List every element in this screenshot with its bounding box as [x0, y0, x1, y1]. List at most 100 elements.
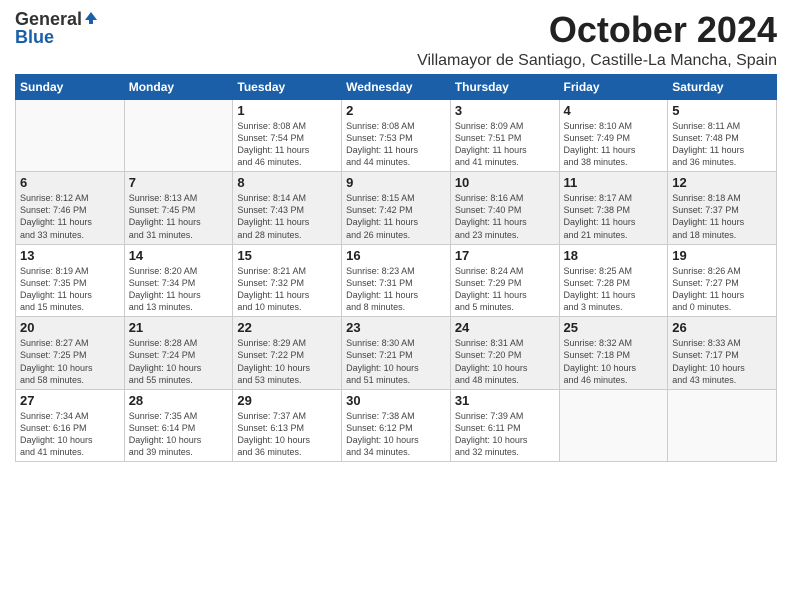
calendar-cell: 2 Sunrise: 8:08 AM Sunset: 7:53 PM Daylig…: [342, 99, 451, 172]
calendar-cell: 20Sunrise: 8:27 AM Sunset: 7:25 PM Dayli…: [16, 317, 125, 390]
day-info: Sunrise: 8:08 AM Sunset: 7:53 PM Dayligh…: [346, 120, 446, 169]
day-info: Sunrise: 8:32 AM Sunset: 7:18 PM Dayligh…: [564, 337, 664, 386]
calendar-cell: 26 Sunrise: 8:33 AM Sunset: 7:17 PM Dayli…: [668, 317, 777, 390]
calendar-week-row: 20Sunrise: 8:27 AM Sunset: 7:25 PM Dayli…: [16, 317, 777, 390]
weekday-header-saturday: Saturday: [668, 74, 777, 99]
day-number: 21: [129, 320, 229, 335]
calendar-cell: [668, 389, 777, 462]
day-number: 25: [564, 320, 664, 335]
calendar-cell: 29Sunrise: 7:37 AM Sunset: 6:13 PM Dayli…: [233, 389, 342, 462]
day-info: Sunrise: 8:13 AM Sunset: 7:45 PM Dayligh…: [129, 192, 229, 241]
day-info: Sunrise: 8:09 AM Sunset: 7:51 PM Dayligh…: [455, 120, 555, 169]
day-number: 14: [129, 248, 229, 263]
day-info: Sunrise: 8:23 AM Sunset: 7:31 PM Dayligh…: [346, 265, 446, 314]
calendar-cell: 25 Sunrise: 8:32 AM Sunset: 7:18 PM Dayli…: [559, 317, 668, 390]
day-number: 31: [455, 393, 555, 408]
calendar-cell: 22 Sunrise: 8:29 AM Sunset: 7:22 PM Dayli…: [233, 317, 342, 390]
header: General Blue October 2024 Villamayor de …: [15, 10, 777, 70]
day-info: Sunrise: 8:28 AM Sunset: 7:24 PM Dayligh…: [129, 337, 229, 386]
calendar-cell: 24Sunrise: 8:31 AM Sunset: 7:20 PM Dayli…: [450, 317, 559, 390]
month-title: October 2024: [417, 10, 777, 50]
weekday-header-wednesday: Wednesday: [342, 74, 451, 99]
calendar-cell: 28 Sunrise: 7:35 AM Sunset: 6:14 PM Dayli…: [124, 389, 233, 462]
day-number: 16: [346, 248, 446, 263]
day-info: Sunrise: 8:19 AM Sunset: 7:35 PM Dayligh…: [20, 265, 120, 314]
day-number: 19: [672, 248, 772, 263]
calendar-cell: 10 Sunrise: 8:16 AM Sunset: 7:40 PM Dayli…: [450, 172, 559, 245]
weekday-header-tuesday: Tuesday: [233, 74, 342, 99]
calendar-cell: 6 Sunrise: 8:12 AM Sunset: 7:46 PM Daylig…: [16, 172, 125, 245]
day-number: 5: [672, 103, 772, 118]
logo: General Blue: [15, 10, 99, 46]
day-number: 22: [237, 320, 337, 335]
day-number: 4: [564, 103, 664, 118]
calendar-cell: 14 Sunrise: 8:20 AM Sunset: 7:34 PM Dayli…: [124, 244, 233, 317]
calendar-cell: 5 Sunrise: 8:11 AM Sunset: 7:48 PM Daylig…: [668, 99, 777, 172]
day-number: 26: [672, 320, 772, 335]
day-info: Sunrise: 8:21 AM Sunset: 7:32 PM Dayligh…: [237, 265, 337, 314]
day-number: 2: [346, 103, 446, 118]
day-number: 20: [20, 320, 120, 335]
calendar-week-row: 6 Sunrise: 8:12 AM Sunset: 7:46 PM Daylig…: [16, 172, 777, 245]
calendar-cell: 3 Sunrise: 8:09 AM Sunset: 7:51 PM Daylig…: [450, 99, 559, 172]
day-number: 9: [346, 175, 446, 190]
calendar-cell: 17 Sunrise: 8:24 AM Sunset: 7:29 PM Dayli…: [450, 244, 559, 317]
day-number: 11: [564, 175, 664, 190]
day-info: Sunrise: 8:12 AM Sunset: 7:46 PM Dayligh…: [20, 192, 120, 241]
day-info: Sunrise: 8:15 AM Sunset: 7:42 PM Dayligh…: [346, 192, 446, 241]
calendar-cell: 15Sunrise: 8:21 AM Sunset: 7:32 PM Dayli…: [233, 244, 342, 317]
day-info: Sunrise: 8:24 AM Sunset: 7:29 PM Dayligh…: [455, 265, 555, 314]
day-info: Sunrise: 8:26 AM Sunset: 7:27 PM Dayligh…: [672, 265, 772, 314]
day-info: Sunrise: 7:35 AM Sunset: 6:14 PM Dayligh…: [129, 410, 229, 459]
weekday-header-monday: Monday: [124, 74, 233, 99]
day-number: 10: [455, 175, 555, 190]
day-info: Sunrise: 8:16 AM Sunset: 7:40 PM Dayligh…: [455, 192, 555, 241]
day-info: Sunrise: 8:11 AM Sunset: 7:48 PM Dayligh…: [672, 120, 772, 169]
calendar-cell: 8 Sunrise: 8:14 AM Sunset: 7:43 PM Daylig…: [233, 172, 342, 245]
calendar-cell: 11Sunrise: 8:17 AM Sunset: 7:38 PM Dayli…: [559, 172, 668, 245]
day-info: Sunrise: 8:18 AM Sunset: 7:37 PM Dayligh…: [672, 192, 772, 241]
day-info: Sunrise: 8:33 AM Sunset: 7:17 PM Dayligh…: [672, 337, 772, 386]
calendar-cell: 30 Sunrise: 7:38 AM Sunset: 6:12 PM Dayli…: [342, 389, 451, 462]
calendar-cell: 7Sunrise: 8:13 AM Sunset: 7:45 PM Daylig…: [124, 172, 233, 245]
day-info: Sunrise: 8:25 AM Sunset: 7:28 PM Dayligh…: [564, 265, 664, 314]
day-number: 12: [672, 175, 772, 190]
calendar-cell: 27Sunrise: 7:34 AM Sunset: 6:16 PM Dayli…: [16, 389, 125, 462]
calendar-cell: 9 Sunrise: 8:15 AM Sunset: 7:42 PM Daylig…: [342, 172, 451, 245]
day-number: 27: [20, 393, 120, 408]
calendar-cell: 13Sunrise: 8:19 AM Sunset: 7:35 PM Dayli…: [16, 244, 125, 317]
day-info: Sunrise: 8:30 AM Sunset: 7:21 PM Dayligh…: [346, 337, 446, 386]
calendar-week-row: 27Sunrise: 7:34 AM Sunset: 6:16 PM Dayli…: [16, 389, 777, 462]
calendar-cell: [124, 99, 233, 172]
day-number: 24: [455, 320, 555, 335]
day-number: 8: [237, 175, 337, 190]
day-number: 3: [455, 103, 555, 118]
calendar: SundayMondayTuesdayWednesdayThursdayFrid…: [15, 74, 777, 463]
day-info: Sunrise: 8:29 AM Sunset: 7:22 PM Dayligh…: [237, 337, 337, 386]
day-info: Sunrise: 8:14 AM Sunset: 7:43 PM Dayligh…: [237, 192, 337, 241]
calendar-cell: [16, 99, 125, 172]
calendar-cell: 4Sunrise: 8:10 AM Sunset: 7:49 PM Daylig…: [559, 99, 668, 172]
calendar-cell: 21 Sunrise: 8:28 AM Sunset: 7:24 PM Dayli…: [124, 317, 233, 390]
day-number: 1: [237, 103, 337, 118]
calendar-week-row: 1Sunrise: 8:08 AM Sunset: 7:54 PM Daylig…: [16, 99, 777, 172]
day-number: 6: [20, 175, 120, 190]
day-info: Sunrise: 8:20 AM Sunset: 7:34 PM Dayligh…: [129, 265, 229, 314]
day-info: Sunrise: 7:38 AM Sunset: 6:12 PM Dayligh…: [346, 410, 446, 459]
weekday-header-row: SundayMondayTuesdayWednesdayThursdayFrid…: [16, 74, 777, 99]
day-number: 17: [455, 248, 555, 263]
day-number: 18: [564, 248, 664, 263]
day-number: 30: [346, 393, 446, 408]
day-number: 28: [129, 393, 229, 408]
weekday-header-friday: Friday: [559, 74, 668, 99]
weekday-header-sunday: Sunday: [16, 74, 125, 99]
calendar-cell: 31Sunrise: 7:39 AM Sunset: 6:11 PM Dayli…: [450, 389, 559, 462]
title-area: October 2024 Villamayor de Santiago, Cas…: [417, 10, 777, 70]
day-info: Sunrise: 7:37 AM Sunset: 6:13 PM Dayligh…: [237, 410, 337, 459]
logo-general-text: General: [15, 10, 82, 28]
calendar-week-row: 13Sunrise: 8:19 AM Sunset: 7:35 PM Dayli…: [16, 244, 777, 317]
weekday-header-thursday: Thursday: [450, 74, 559, 99]
calendar-cell: 16 Sunrise: 8:23 AM Sunset: 7:31 PM Dayli…: [342, 244, 451, 317]
logo-blue-text: Blue: [15, 28, 54, 46]
day-number: 23: [346, 320, 446, 335]
